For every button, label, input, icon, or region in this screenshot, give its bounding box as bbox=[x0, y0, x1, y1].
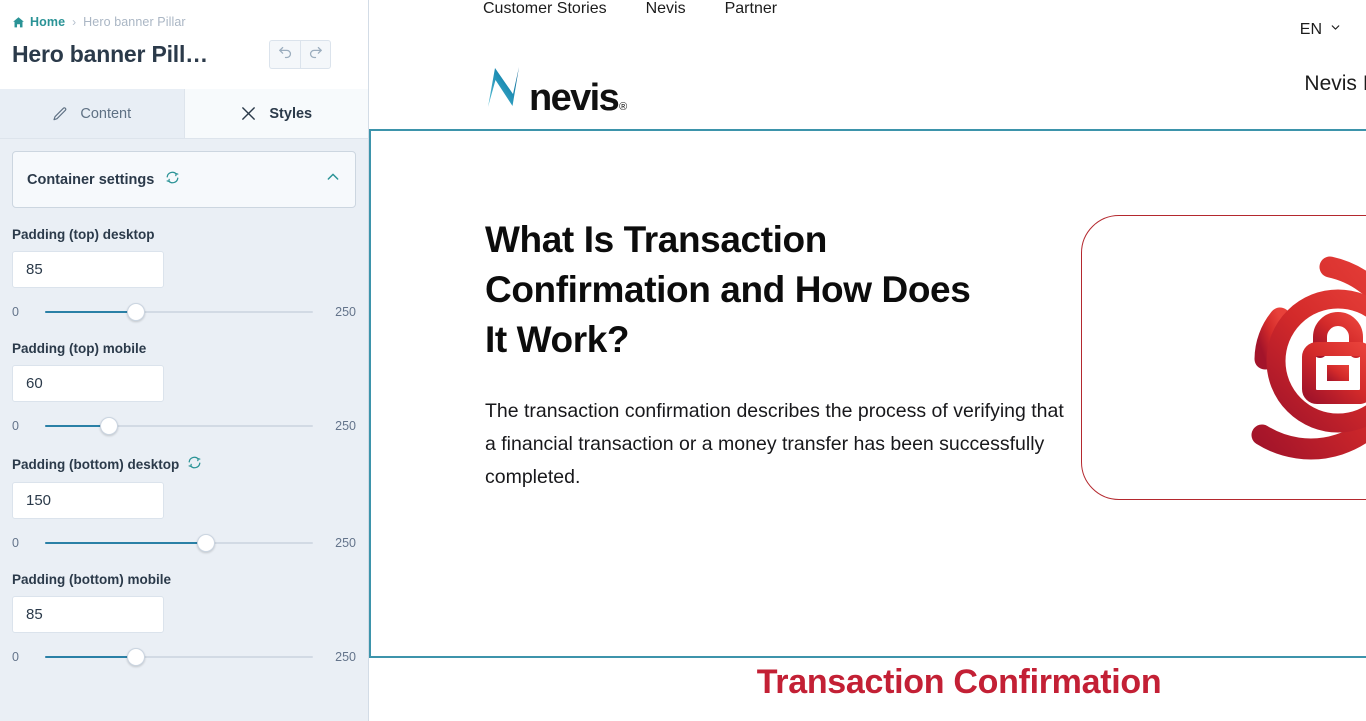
slider-min-label: 0 bbox=[12, 650, 19, 664]
padding-top-mobile-input[interactable] bbox=[12, 365, 164, 402]
padding-top-desktop-input[interactable] bbox=[12, 251, 164, 288]
slider-fill bbox=[45, 542, 206, 544]
padding-bottom-desktop-slider[interactable] bbox=[45, 533, 313, 553]
topnav-item-customer-stories[interactable]: Customer Stories bbox=[483, 0, 607, 18]
field-label-text: Padding (top) mobile bbox=[12, 341, 147, 356]
field-label: Padding (top) mobile bbox=[12, 341, 356, 356]
padding-bottom-mobile-slider[interactable] bbox=[45, 647, 313, 667]
language-label: EN bbox=[1299, 21, 1322, 38]
field-label: Padding (bottom) desktop bbox=[12, 455, 356, 473]
tab-content-label: Content bbox=[80, 105, 132, 122]
chevron-up-icon[interactable] bbox=[325, 169, 341, 190]
field-label: Padding (bottom) mobile bbox=[12, 572, 356, 587]
field-label-text: Padding (bottom) mobile bbox=[12, 572, 171, 587]
accordion-left: Container settings bbox=[27, 170, 180, 190]
title-row: Hero banner Pill… bbox=[12, 40, 356, 69]
reset-refresh-icon[interactable] bbox=[165, 170, 180, 190]
breadcrumb-current: Hero banner Pillar bbox=[83, 15, 186, 29]
slider-max-label: 250 bbox=[335, 536, 356, 550]
field-label-text: Padding (top) desktop bbox=[12, 227, 155, 242]
slider-max-label: 250 bbox=[335, 650, 356, 664]
breadcrumb: Home › Hero banner Pillar bbox=[12, 13, 356, 31]
slider-thumb[interactable] bbox=[100, 417, 119, 435]
site-top-navigation: Customer Stories Nevis Partner bbox=[483, 0, 777, 24]
transaction-lock-shield-icon bbox=[1207, 239, 1366, 479]
hero-subtext: The transaction confirmation describes t… bbox=[485, 400, 1064, 488]
slider-fill bbox=[45, 656, 137, 658]
sidebar-header: Home › Hero banner Pillar Hero banner Pi… bbox=[0, 0, 368, 89]
tab-content[interactable]: Content bbox=[0, 89, 185, 138]
bottom-section-title: Transaction Confirmation bbox=[756, 663, 1162, 701]
page-preview: Customer Stories Nevis Partner EN nevis … bbox=[369, 0, 1366, 721]
container-settings-accordion[interactable]: Container settings bbox=[12, 151, 356, 208]
field-label: Padding (top) desktop bbox=[12, 227, 356, 242]
pencil-icon bbox=[52, 106, 68, 122]
breadcrumb-home-link[interactable]: Home bbox=[30, 15, 65, 29]
hero-heading: What Is Transaction Confirmation and How… bbox=[485, 219, 971, 360]
nevis-logo-wordmark: nevis bbox=[529, 77, 620, 119]
redo-icon bbox=[307, 44, 324, 66]
slider-row: 0 250 bbox=[12, 302, 356, 322]
nevis-n-logo-icon bbox=[483, 64, 525, 115]
tab-styles-label: Styles bbox=[269, 105, 313, 122]
undo-icon bbox=[277, 44, 294, 66]
accordion-title: Container settings bbox=[27, 171, 155, 188]
product-name: Nevis Identity Su bbox=[1304, 72, 1366, 95]
language-selector[interactable]: EN bbox=[1300, 21, 1342, 39]
padding-top-mobile-slider[interactable] bbox=[45, 416, 313, 436]
slider-max-label: 250 bbox=[335, 419, 356, 433]
slider-max-label: 250 bbox=[335, 305, 356, 319]
brand-row: nevis ® Nevis Identity Su bbox=[369, 58, 1366, 120]
slider-row: 0 250 bbox=[12, 416, 356, 436]
slider-thumb[interactable] bbox=[196, 534, 215, 552]
field-padding-top-desktop: Padding (top) desktop 0 250 bbox=[12, 227, 356, 322]
app-root: Home › Hero banner Pillar Hero banner Pi… bbox=[0, 0, 1366, 721]
reset-refresh-icon[interactable] bbox=[187, 455, 202, 473]
hero-image-card bbox=[1081, 215, 1366, 500]
nevis-logo[interactable]: nevis ® bbox=[483, 64, 627, 117]
chevron-down-icon bbox=[1329, 21, 1342, 39]
editor-sidebar: Home › Hero banner Pillar Hero banner Pi… bbox=[0, 0, 369, 721]
slider-min-label: 0 bbox=[12, 419, 19, 433]
padding-bottom-mobile-input[interactable] bbox=[12, 596, 164, 633]
redo-button[interactable] bbox=[300, 40, 331, 69]
slider-fill bbox=[45, 311, 137, 313]
editor-tabs: Content Styles bbox=[0, 89, 368, 139]
slider-row: 0 250 bbox=[12, 647, 356, 667]
slider-min-label: 0 bbox=[12, 305, 19, 319]
styles-panel-body: Container settings Padding (top) desktop… bbox=[0, 140, 368, 721]
history-buttons bbox=[269, 40, 331, 69]
slider-thumb[interactable] bbox=[127, 648, 146, 666]
slider-min-label: 0 bbox=[12, 536, 19, 550]
hero-banner-container[interactable]: What Is Transaction Confirmation and How… bbox=[369, 129, 1366, 658]
field-label-text: Padding (bottom) desktop bbox=[12, 456, 180, 472]
topnav-item-nevis[interactable]: Nevis bbox=[646, 0, 686, 18]
breadcrumb-separator: › bbox=[72, 15, 77, 29]
tab-styles[interactable]: Styles bbox=[184, 89, 368, 138]
field-padding-top-mobile: Padding (top) mobile 0 250 bbox=[12, 341, 356, 436]
padding-top-desktop-slider[interactable] bbox=[45, 302, 313, 322]
padding-bottom-desktop-input[interactable] bbox=[12, 482, 164, 519]
styles-cross-icon bbox=[240, 105, 257, 122]
home-icon bbox=[12, 16, 25, 29]
slider-thumb[interactable] bbox=[127, 303, 146, 321]
slider-row: 0 250 bbox=[12, 533, 356, 553]
field-padding-bottom-desktop: Padding (bottom) desktop 0 bbox=[12, 455, 356, 553]
undo-button[interactable] bbox=[269, 40, 300, 69]
topnav-item-partner[interactable]: Partner bbox=[725, 0, 777, 18]
field-padding-bottom-mobile: Padding (bottom) mobile 0 250 bbox=[12, 572, 356, 667]
page-title: Hero banner Pill… bbox=[12, 41, 208, 67]
registered-mark: ® bbox=[619, 101, 628, 113]
